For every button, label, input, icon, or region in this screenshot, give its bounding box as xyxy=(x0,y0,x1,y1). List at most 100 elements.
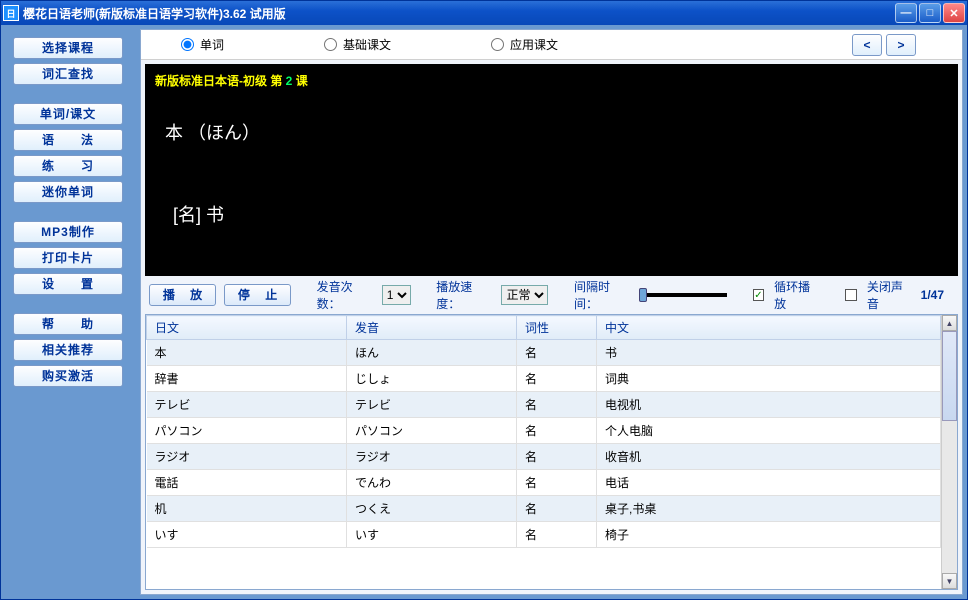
radio-basic-label: 基础课文 xyxy=(343,36,391,53)
radio-basic-input[interactable] xyxy=(324,38,337,51)
position-counter: 1/47 xyxy=(921,288,954,302)
sidebar-button[interactable]: 练 习 xyxy=(13,155,123,177)
sidebar-button[interactable]: 购买激活 xyxy=(13,365,123,387)
table-scrollbar[interactable]: ▲ ▼ xyxy=(941,315,957,589)
cell-cn: 个人电脑 xyxy=(597,418,941,444)
cell-py: いす xyxy=(347,522,517,548)
sidebar-button[interactable]: 单词/课文 xyxy=(13,103,123,125)
scroll-thumb[interactable] xyxy=(942,331,957,421)
radio-word[interactable]: 单词 xyxy=(181,36,224,53)
maximize-button[interactable]: □ xyxy=(919,3,941,23)
cell-cn: 椅子 xyxy=(597,522,941,548)
cell-pos: 名 xyxy=(517,392,597,418)
cell-cn: 词典 xyxy=(597,366,941,392)
sidebar-button[interactable]: 设 置 xyxy=(13,273,123,295)
loop-label: 循环播放 xyxy=(774,278,820,312)
cell-pos: 名 xyxy=(517,470,597,496)
sidebar: 选择课程词汇查找单词/课文语 法练 习迷你单词 MP3制作打印卡片设 置帮 助相关… xyxy=(5,29,140,595)
cell-pos: 名 xyxy=(517,444,597,470)
cell-jp: ラジオ xyxy=(147,444,347,470)
body-area: 选择课程词汇查找单词/课文语 法练 习迷你单词 MP3制作打印卡片设 置帮 助相关… xyxy=(1,25,967,599)
sidebar-button[interactable]: MP3制作 xyxy=(13,221,123,243)
sidebar-button[interactable]: 打印卡片 xyxy=(13,247,123,269)
stop-button[interactable]: 停 止 xyxy=(224,284,291,306)
col-japanese[interactable]: 日文 xyxy=(147,316,347,340)
vocab-table: 日文 发音 词性 中文 本ほん名书辞書じしょ名词典テレビテレビ名电视机パソコンパ… xyxy=(146,315,941,548)
speed-select[interactable]: 正常 xyxy=(501,285,548,305)
cell-py: ほん xyxy=(347,340,517,366)
prev-button[interactable]: < xyxy=(852,34,882,56)
col-reading[interactable]: 发音 xyxy=(347,316,517,340)
table-row[interactable]: 机つくえ名桌子,书桌 xyxy=(147,496,941,522)
table-row[interactable]: テレビテレビ名电视机 xyxy=(147,392,941,418)
table-row[interactable]: パソコンパソコン名个人电脑 xyxy=(147,418,941,444)
sidebar-button[interactable]: 词汇查找 xyxy=(13,63,123,85)
scroll-down-icon[interactable]: ▼ xyxy=(942,573,957,589)
radio-word-input[interactable] xyxy=(181,38,194,51)
close-button[interactable]: ✕ xyxy=(943,3,965,23)
table-row[interactable]: 本ほん名书 xyxy=(147,340,941,366)
mode-radiobar: 单词 基础课文 应用课文 < > xyxy=(141,30,962,60)
cell-py: でんわ xyxy=(347,470,517,496)
cell-jp: 辞書 xyxy=(147,366,347,392)
radio-word-label: 单词 xyxy=(200,36,224,53)
meaning-display: [名] 书 xyxy=(173,201,948,227)
titlebar: 日 樱花日语老师(新版标准日语学习软件)3.62 试用版 — □ ✕ xyxy=(1,1,967,25)
playback-controls: 播 放 停 止 发音次数： 1 播放速度： 正常 间隔时间： 循环播放 关闭声音… xyxy=(141,280,962,310)
cell-pos: 名 xyxy=(517,496,597,522)
cell-cn: 电视机 xyxy=(597,392,941,418)
next-button[interactable]: > xyxy=(886,34,916,56)
vocab-table-wrap: 日文 发音 词性 中文 本ほん名书辞書じしょ名词典テレビテレビ名电视机パソコンパ… xyxy=(145,314,958,590)
cell-pos: 名 xyxy=(517,366,597,392)
lesson-title: 新版标准日本语-初级 第 2 课 xyxy=(155,72,948,89)
minimize-button[interactable]: — xyxy=(895,3,917,23)
cell-cn: 电话 xyxy=(597,470,941,496)
display-panel: 新版标准日本语-初级 第 2 课 本 （ほん） [名] 书 xyxy=(145,64,958,276)
app-icon: 日 xyxy=(3,5,19,21)
interval-slider[interactable] xyxy=(639,288,727,302)
sidebar-button[interactable]: 语 法 xyxy=(13,129,123,151)
sidebar-button[interactable]: 帮 助 xyxy=(13,313,123,335)
play-button[interactable]: 播 放 xyxy=(149,284,216,306)
cell-jp: 電話 xyxy=(147,470,347,496)
radio-app-input[interactable] xyxy=(491,38,504,51)
count-label: 发音次数： xyxy=(317,278,374,312)
cell-pos: 名 xyxy=(517,522,597,548)
table-row[interactable]: いすいす名椅子 xyxy=(147,522,941,548)
sidebar-button[interactable]: 相关推荐 xyxy=(13,339,123,361)
mute-label: 关闭声音 xyxy=(867,278,913,312)
cell-py: パソコン xyxy=(347,418,517,444)
app-window: 日 樱花日语老师(新版标准日语学习软件)3.62 试用版 — □ ✕ 选择课程词… xyxy=(0,0,968,600)
cell-cn: 书 xyxy=(597,340,941,366)
cell-pos: 名 xyxy=(517,418,597,444)
cell-cn: 收音机 xyxy=(597,444,941,470)
cell-jp: いす xyxy=(147,522,347,548)
cell-py: じしょ xyxy=(347,366,517,392)
cell-py: テレビ xyxy=(347,392,517,418)
radio-basic[interactable]: 基础课文 xyxy=(324,36,391,53)
col-pos[interactable]: 词性 xyxy=(517,316,597,340)
mute-checkbox[interactable] xyxy=(845,289,857,301)
table-row[interactable]: 辞書じしょ名词典 xyxy=(147,366,941,392)
interval-label: 间隔时间： xyxy=(574,278,631,312)
count-select[interactable]: 1 xyxy=(382,285,411,305)
radio-app[interactable]: 应用课文 xyxy=(491,36,558,53)
window-title: 樱花日语老师(新版标准日语学习软件)3.62 试用版 xyxy=(23,5,895,22)
cell-pos: 名 xyxy=(517,340,597,366)
scroll-up-icon[interactable]: ▲ xyxy=(942,315,957,331)
table-row[interactable]: 電話でんわ名电话 xyxy=(147,470,941,496)
loop-checkbox[interactable] xyxy=(753,289,765,301)
sidebar-button[interactable]: 迷你单词 xyxy=(13,181,123,203)
table-row[interactable]: ラジオラジオ名收音机 xyxy=(147,444,941,470)
cell-jp: 机 xyxy=(147,496,347,522)
sidebar-button[interactable]: 选择课程 xyxy=(13,37,123,59)
kanji-display: 本 （ほん） xyxy=(165,119,948,145)
cell-py: ラジオ xyxy=(347,444,517,470)
main-panel: 单词 基础课文 应用课文 < > 新版标准日本语-初级 第 2 课 本 （ほん）… xyxy=(140,29,963,595)
cell-jp: 本 xyxy=(147,340,347,366)
cell-cn: 桌子,书桌 xyxy=(597,496,941,522)
speed-label: 播放速度： xyxy=(436,278,493,312)
cell-jp: テレビ xyxy=(147,392,347,418)
col-chinese[interactable]: 中文 xyxy=(597,316,941,340)
radio-app-label: 应用课文 xyxy=(510,36,558,53)
